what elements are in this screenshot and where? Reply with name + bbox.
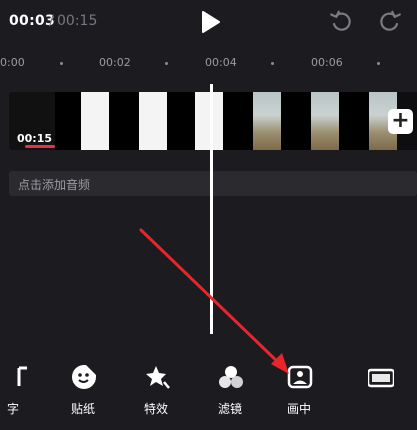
tool-label: 画中 <box>286 402 311 416</box>
clip-gap <box>55 92 81 150</box>
clip-gap <box>223 92 253 150</box>
clip-thumbnail <box>81 92 109 150</box>
bottom-toolbar: 字 贴纸 特效 滤镜 画中 <box>0 360 417 430</box>
picture-in-picture-icon <box>287 365 313 389</box>
clip-gap <box>109 92 139 150</box>
tool-text[interactable]: 字 <box>0 360 38 430</box>
tool-label: 字 <box>6 402 19 416</box>
clip-thumbnail <box>195 92 223 150</box>
clip-thumbnail <box>253 92 281 150</box>
tool-label: 贴纸 <box>70 402 95 416</box>
ruler-label: 00:04 <box>205 56 237 69</box>
clip-gap <box>339 92 369 150</box>
total-time: 00:15 <box>57 13 98 29</box>
play-icon <box>202 11 220 33</box>
track-marker <box>25 145 55 148</box>
timeline-ruler[interactable]: 0:00 00:02 00:04 00:06 <box>0 52 417 74</box>
tool-sticker[interactable]: 贴纸 <box>58 360 108 430</box>
ruler-dot <box>377 62 380 65</box>
ratio-icon <box>368 368 394 388</box>
redo-button[interactable] <box>378 10 402 34</box>
ruler-label: 0:00 <box>0 56 25 69</box>
ruler-dot <box>271 62 274 65</box>
text-icon <box>17 366 27 386</box>
effects-icon <box>146 366 170 389</box>
ruler-dot <box>165 62 168 65</box>
redo-icon <box>380 10 401 31</box>
clip-gap <box>167 92 195 150</box>
track-duration: 00:15 <box>17 132 53 145</box>
play-button[interactable] <box>200 10 222 34</box>
add-audio-bar[interactable]: 点击添加音频 <box>9 171 417 196</box>
clip-thumbnail <box>139 92 167 150</box>
tool-label: 特效 <box>143 402 168 416</box>
add-audio-label: 点击添加音频 <box>18 178 91 192</box>
filter-icon <box>219 366 243 388</box>
add-clip-button[interactable]: + <box>388 109 413 134</box>
top-bar: 00:03 / 00:15 <box>0 0 417 46</box>
tool-ratio[interactable] <box>355 360 405 430</box>
ruler-dot <box>60 62 63 65</box>
tool-effects[interactable]: 特效 <box>131 360 181 430</box>
clip-gap <box>281 92 311 150</box>
undo-icon <box>330 10 351 31</box>
tool-filter[interactable]: 滤镜 <box>205 360 255 430</box>
undo-button[interactable] <box>329 10 353 34</box>
clip-thumbnail <box>311 92 339 150</box>
ruler-label: 00:06 <box>311 56 343 69</box>
video-track[interactable]: 00:15 <box>9 92 417 150</box>
tool-label: 滤镜 <box>217 402 242 416</box>
playhead[interactable] <box>210 84 213 334</box>
sticker-icon <box>72 365 96 389</box>
time-separator: / <box>49 13 54 29</box>
ruler-label: 00:02 <box>99 56 131 69</box>
tool-picture-in-picture[interactable]: 画中 <box>274 360 324 430</box>
